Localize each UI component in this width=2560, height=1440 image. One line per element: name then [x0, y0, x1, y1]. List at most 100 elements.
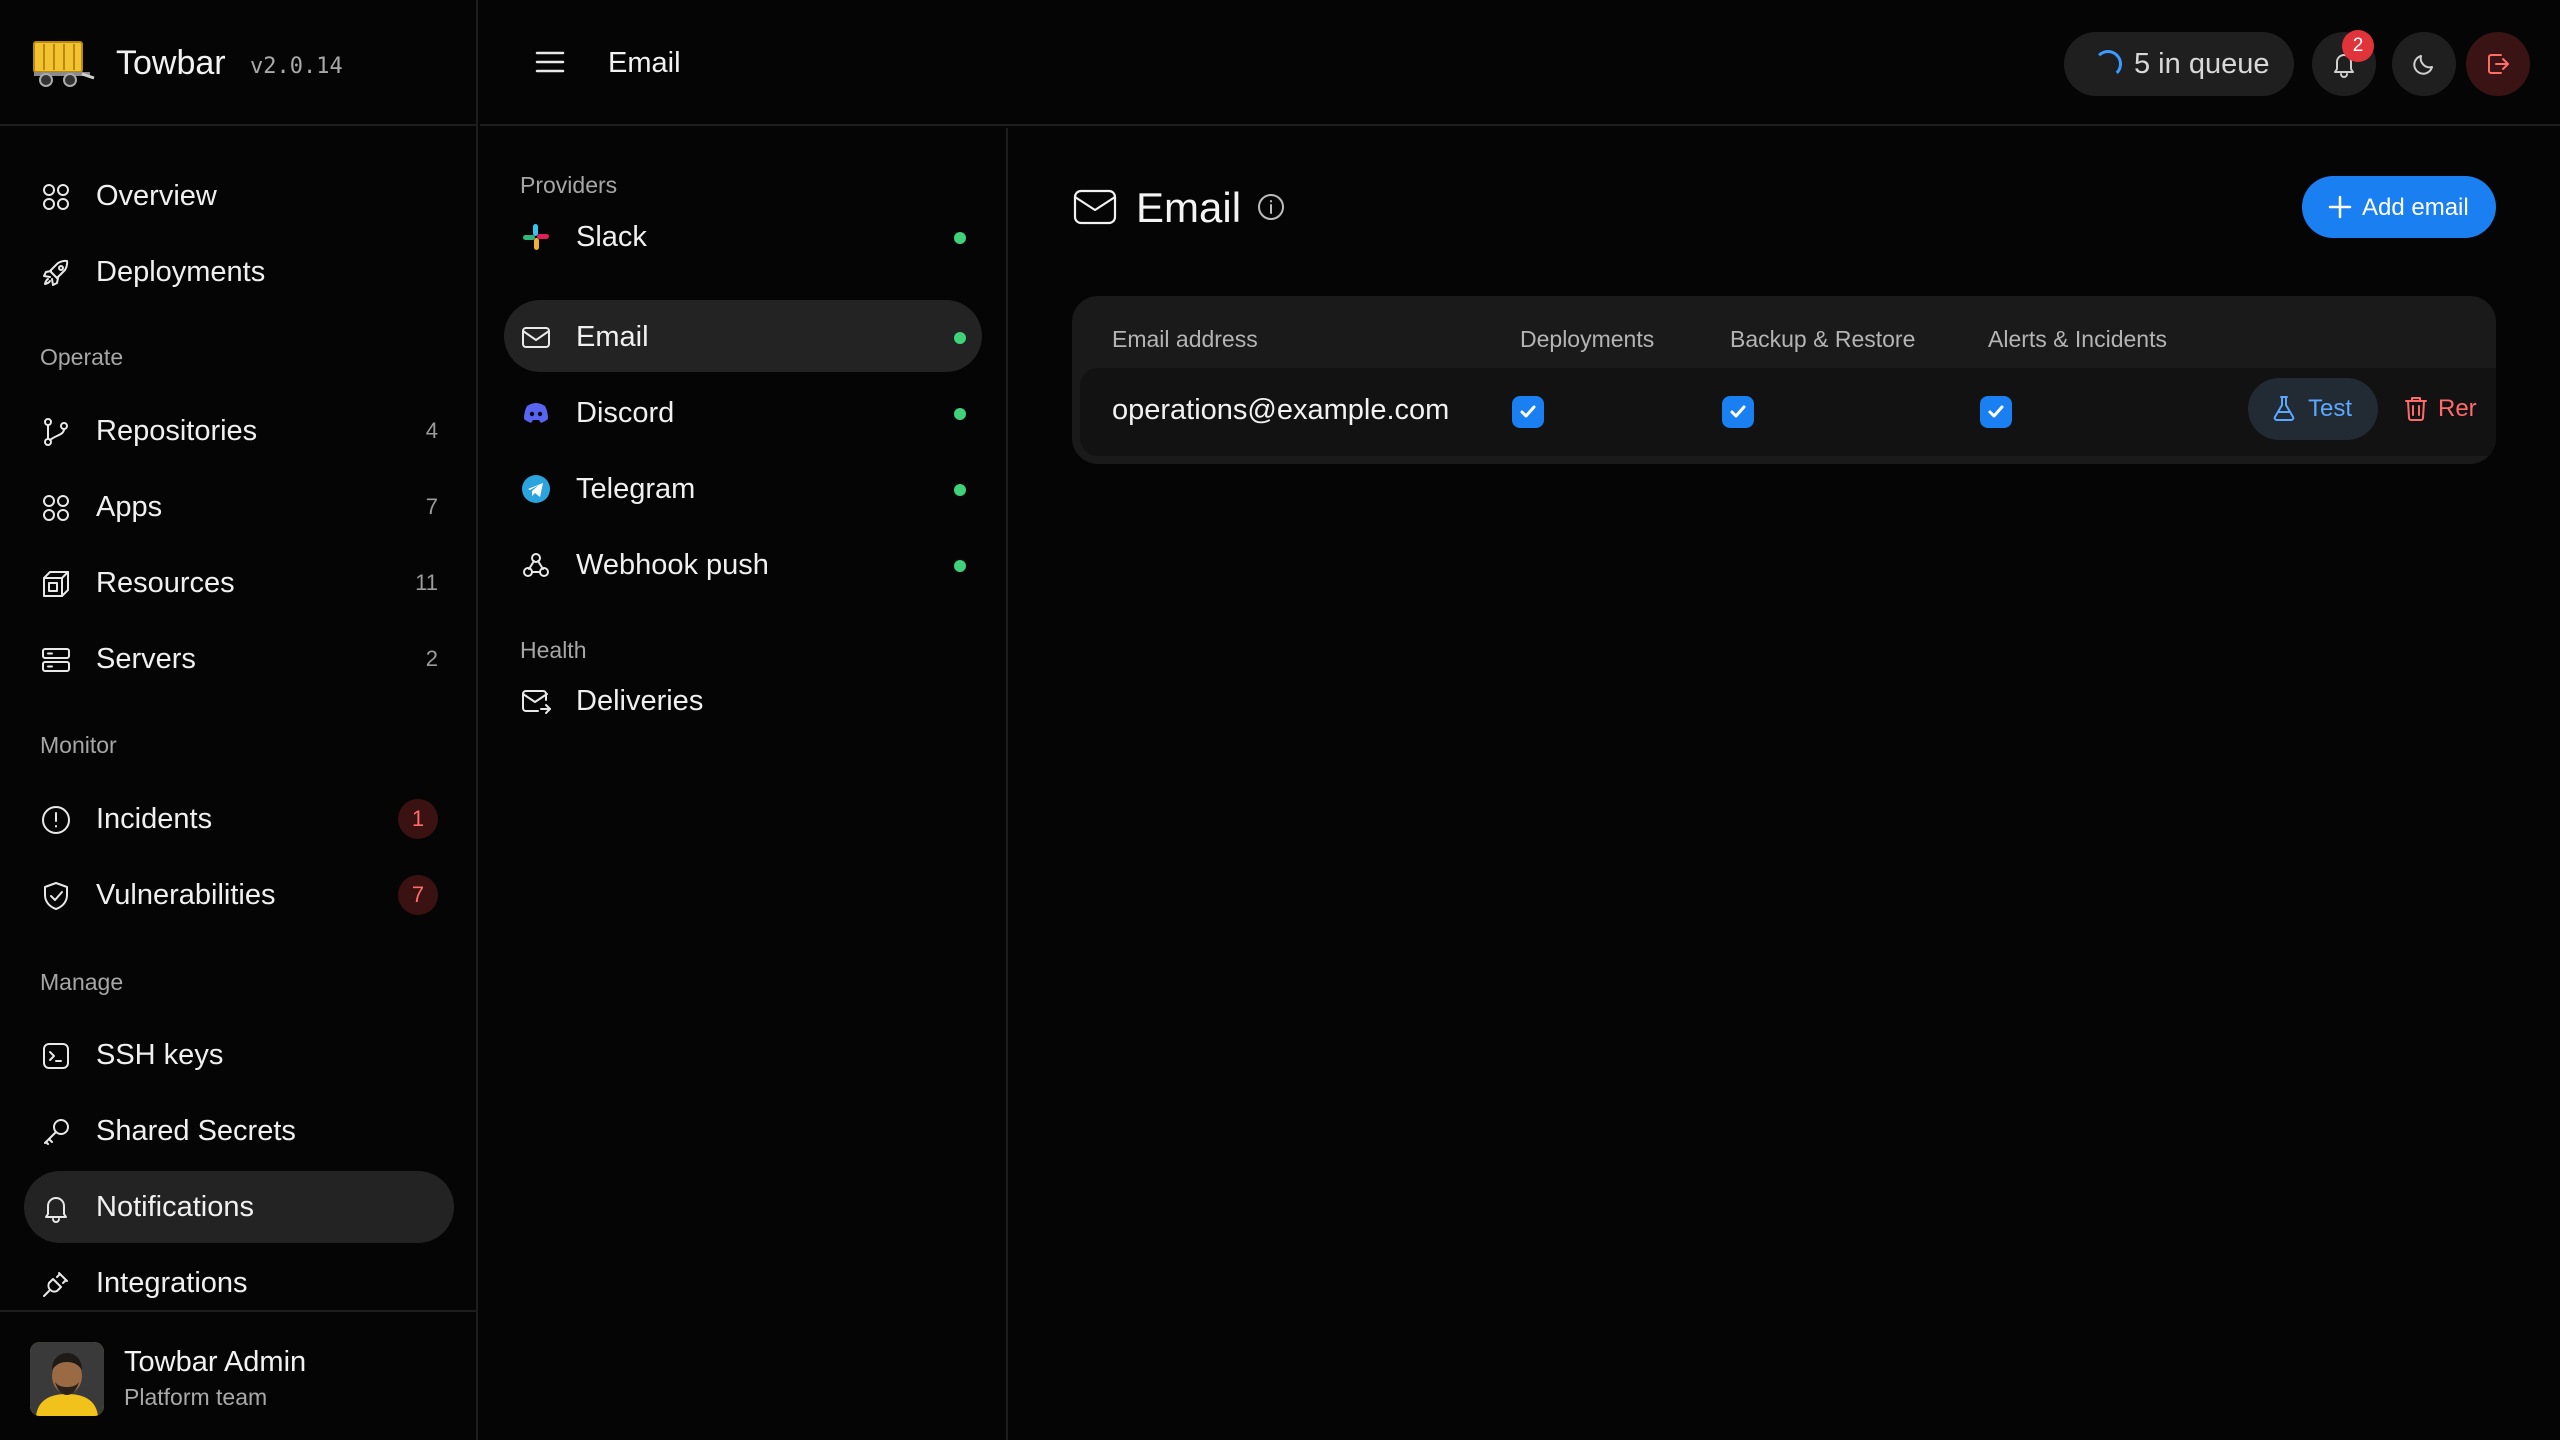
email-address-cell: operations@example.com	[1112, 394, 1450, 426]
sidebar-item-label: Deployments	[96, 255, 266, 288]
git-branch-icon	[40, 416, 72, 448]
sidebar: Towbar v2.0.14 Overview Deployments Oper…	[0, 0, 478, 1440]
count-badge: 2	[425, 646, 438, 671]
sidebar-item-apps[interactable]: Apps 7	[24, 471, 454, 543]
theme-toggle-button[interactable]	[2392, 32, 2456, 96]
notifications-subnav: Providers Slack Email Discord Telegram W…	[480, 128, 1008, 1440]
alerts-incidents-checkbox[interactable]	[1980, 396, 2012, 428]
status-dot	[954, 332, 966, 344]
sidebar-item-label: Repositories	[96, 414, 258, 447]
sidebar-item-label: Notifications	[96, 1190, 254, 1223]
grid-icon	[40, 492, 72, 524]
sidebar-item-incidents[interactable]: Incidents 1	[24, 783, 454, 855]
provider-item-slack[interactable]: Slack	[504, 200, 982, 272]
alert-circle-icon	[40, 804, 72, 836]
plus-icon	[2326, 193, 2354, 221]
test-label: Test	[2308, 395, 2353, 422]
email-recipients-table: Email address Deployments Backup & Resto…	[1072, 296, 2496, 464]
column-header-deployments: Deployments	[1520, 326, 1655, 352]
mail-icon	[520, 321, 552, 353]
status-dot	[954, 560, 966, 572]
sidebar-item-servers[interactable]: Servers 2	[24, 623, 454, 695]
section-heading-health: Health	[520, 637, 587, 663]
provider-label: Discord	[576, 397, 675, 429]
sidebar-item-repositories[interactable]: Repositories 4	[24, 395, 454, 467]
page-breadcrumb: Email	[608, 47, 681, 79]
logout-icon	[2488, 54, 2509, 74]
vulnerability-count-badge: 7	[398, 875, 438, 915]
rocket-icon	[40, 257, 72, 289]
sidebar-item-vulnerabilities[interactable]: Vulnerabilities 7	[24, 859, 454, 931]
grid-icon	[40, 181, 72, 213]
count-badge: 11	[415, 570, 438, 595]
info-icon[interactable]	[1256, 192, 1286, 222]
health-label: Deliveries	[576, 685, 704, 717]
backup-restore-checkbox[interactable]	[1722, 396, 1754, 428]
sidebar-item-label: Shared Secrets	[96, 1114, 296, 1147]
shield-check-icon	[40, 880, 72, 912]
moon-icon	[2413, 55, 2433, 75]
sidebar-item-notifications[interactable]: Notifications	[24, 1171, 454, 1243]
flask-icon	[2270, 394, 2298, 422]
notifications-button[interactable]: 2	[2312, 30, 2376, 96]
section-heading-providers: Providers	[520, 172, 618, 198]
notification-count-badge: 2	[2342, 30, 2374, 62]
mail-icon	[1072, 184, 1118, 230]
server-icon	[40, 644, 72, 676]
bell-icon	[40, 1192, 72, 1224]
sidebar-item-label: SSH keys	[96, 1038, 224, 1071]
table-row: operations@example.com Test Rer	[1080, 368, 2496, 456]
provider-item-telegram[interactable]: Telegram	[504, 452, 982, 524]
sidebar-item-integrations[interactable]: Integrations	[24, 1247, 454, 1319]
terminal-icon	[40, 1040, 72, 1072]
page-title: Email	[1136, 184, 1242, 231]
sidebar-item-label: Resources	[96, 566, 235, 599]
sidebar-item-label: Apps	[96, 490, 163, 523]
user-name: Towbar Admin	[124, 1346, 307, 1378]
sidebar-item-resources[interactable]: Resources 11	[24, 547, 454, 619]
column-header-alerts-incidents: Alerts & Incidents	[1988, 326, 2167, 352]
hamburger-menu-icon[interactable]	[534, 46, 566, 78]
sidebar-item-overview[interactable]: Overview	[24, 160, 454, 232]
status-dot	[954, 232, 966, 244]
telegram-icon	[520, 473, 552, 505]
section-heading-monitor: Monitor	[40, 732, 117, 758]
brand-version: v2.0.14	[250, 54, 343, 79]
health-item-deliveries[interactable]: Deliveries	[504, 664, 982, 736]
sidebar-item-shared-secrets[interactable]: Shared Secrets	[24, 1095, 454, 1167]
remove-button[interactable]: Rer	[2398, 378, 2496, 440]
provider-item-email[interactable]: Email	[504, 300, 982, 372]
column-header-email: Email address	[1112, 326, 1258, 352]
avatar	[30, 1342, 104, 1416]
column-header-backup-restore: Backup & Restore	[1730, 326, 1916, 352]
count-badge: 4	[425, 418, 438, 443]
queue-status-label: 5 in queue	[2134, 48, 2270, 80]
provider-item-webhook[interactable]: Webhook push	[504, 528, 982, 600]
remove-label: Rer	[2438, 395, 2477, 422]
deployments-checkbox[interactable]	[1512, 396, 1544, 428]
count-badge: 7	[425, 494, 438, 519]
key-icon	[40, 1116, 72, 1148]
test-button[interactable]: Test	[2248, 378, 2378, 440]
add-email-button[interactable]: Add email	[2302, 176, 2496, 238]
cube-icon	[40, 568, 72, 600]
user-profile[interactable]: Towbar Admin Platform team	[0, 1310, 478, 1440]
main-content: Email Add email Email address Deployment…	[1010, 128, 2560, 1440]
add-email-label: Add email	[2362, 194, 2469, 221]
sidebar-item-label: Servers	[96, 642, 196, 675]
logout-button[interactable]	[2466, 32, 2530, 96]
sidebar-item-label: Overview	[96, 179, 217, 212]
provider-label: Email	[576, 321, 649, 353]
truck-trailer-icon[interactable]	[30, 36, 96, 90]
provider-label: Telegram	[576, 473, 696, 505]
queue-status-button[interactable]: 5 in queue	[2064, 32, 2294, 96]
status-dot	[954, 484, 966, 496]
brand-header: Towbar v2.0.14	[0, 0, 478, 126]
sidebar-item-deployments[interactable]: Deployments	[24, 236, 454, 308]
trash-icon	[2402, 394, 2430, 422]
sidebar-item-ssh-keys[interactable]: SSH keys	[24, 1019, 454, 1091]
section-heading-manage: Manage	[40, 969, 124, 995]
provider-item-discord[interactable]: Discord	[504, 376, 982, 448]
webhook-icon	[520, 549, 552, 581]
sidebar-item-label: Incidents	[96, 802, 213, 835]
